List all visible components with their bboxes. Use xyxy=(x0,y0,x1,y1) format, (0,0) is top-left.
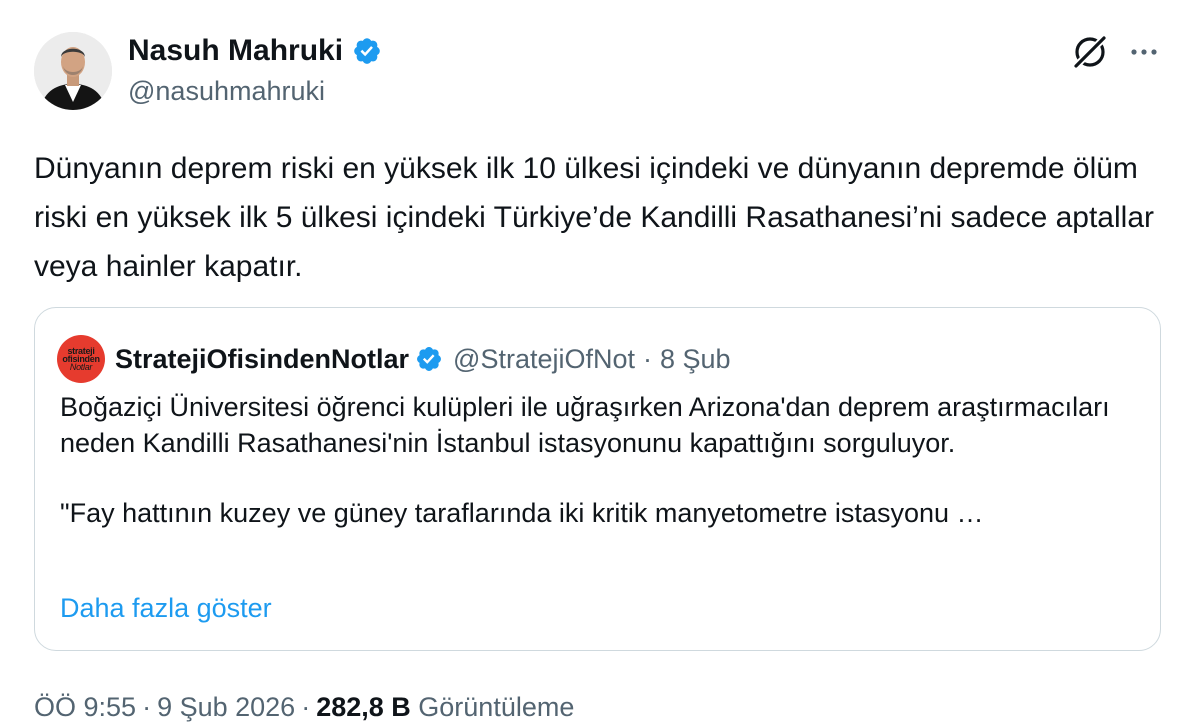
author-avatar[interactable] xyxy=(34,32,112,110)
views-count: 282,8 B xyxy=(316,692,411,722)
more-options-icon[interactable] xyxy=(1126,38,1162,66)
tweet-text: Dünyanın deprem riski en yüksek ilk 10 ü… xyxy=(34,152,1154,283)
quoted-tweet-header: strateji ofisinden Notlar StratejiOfisin… xyxy=(57,335,731,383)
tweet-meta: ÖÖ 9:55 · 9 Şub 2026 · 282,8 B Görüntüleme xyxy=(34,692,574,723)
tweet-time[interactable]: ÖÖ 9:55 xyxy=(34,692,136,722)
avatar-photo xyxy=(34,32,112,110)
tweet-date[interactable]: 9 Şub 2026 xyxy=(157,692,295,722)
show-more-link[interactable]: Daha fazla göster xyxy=(60,593,272,624)
author-name[interactable]: Nasuh Mahruki xyxy=(128,34,343,68)
quoted-paragraph-1: Boğaziçi Üniversitesi öğrenci kulüpleri … xyxy=(60,392,1110,458)
quoted-separator: · xyxy=(643,343,653,374)
meta-separator-2: · xyxy=(301,692,311,722)
quoted-paragraph-2: "Fay hattının kuzey ve güney taraflarınd… xyxy=(60,498,984,528)
tweet: Nasuh Mahruki @nasuhmahruki Dünyanın dep… xyxy=(0,0,1200,723)
quoted-tweet[interactable]: strateji ofisinden Notlar StratejiOfisin… xyxy=(34,307,1161,651)
views-label: Görüntüleme xyxy=(418,692,575,722)
quoted-tweet-body: Boğaziçi Üniversitesi öğrenci kulüpleri … xyxy=(60,390,1140,532)
quoted-verified-badge-icon xyxy=(415,345,443,373)
quoted-author-handle[interactable]: @StratejiOfNot xyxy=(453,344,635,375)
author-handle[interactable]: @nasuhmahruki xyxy=(128,76,325,107)
quoted-date[interactable]: 8 Şub xyxy=(660,344,731,375)
grok-icon[interactable] xyxy=(1070,32,1110,72)
author-name-row: Nasuh Mahruki xyxy=(128,34,382,68)
quoted-author-avatar[interactable]: strateji ofisinden Notlar xyxy=(57,335,105,383)
verified-badge-icon xyxy=(352,36,382,66)
quoted-author-name[interactable]: StratejiOfisindenNotlar xyxy=(115,344,409,375)
quoted-avatar-logo: strateji ofisinden Notlar xyxy=(62,346,100,372)
meta-separator-1: · xyxy=(142,692,152,722)
